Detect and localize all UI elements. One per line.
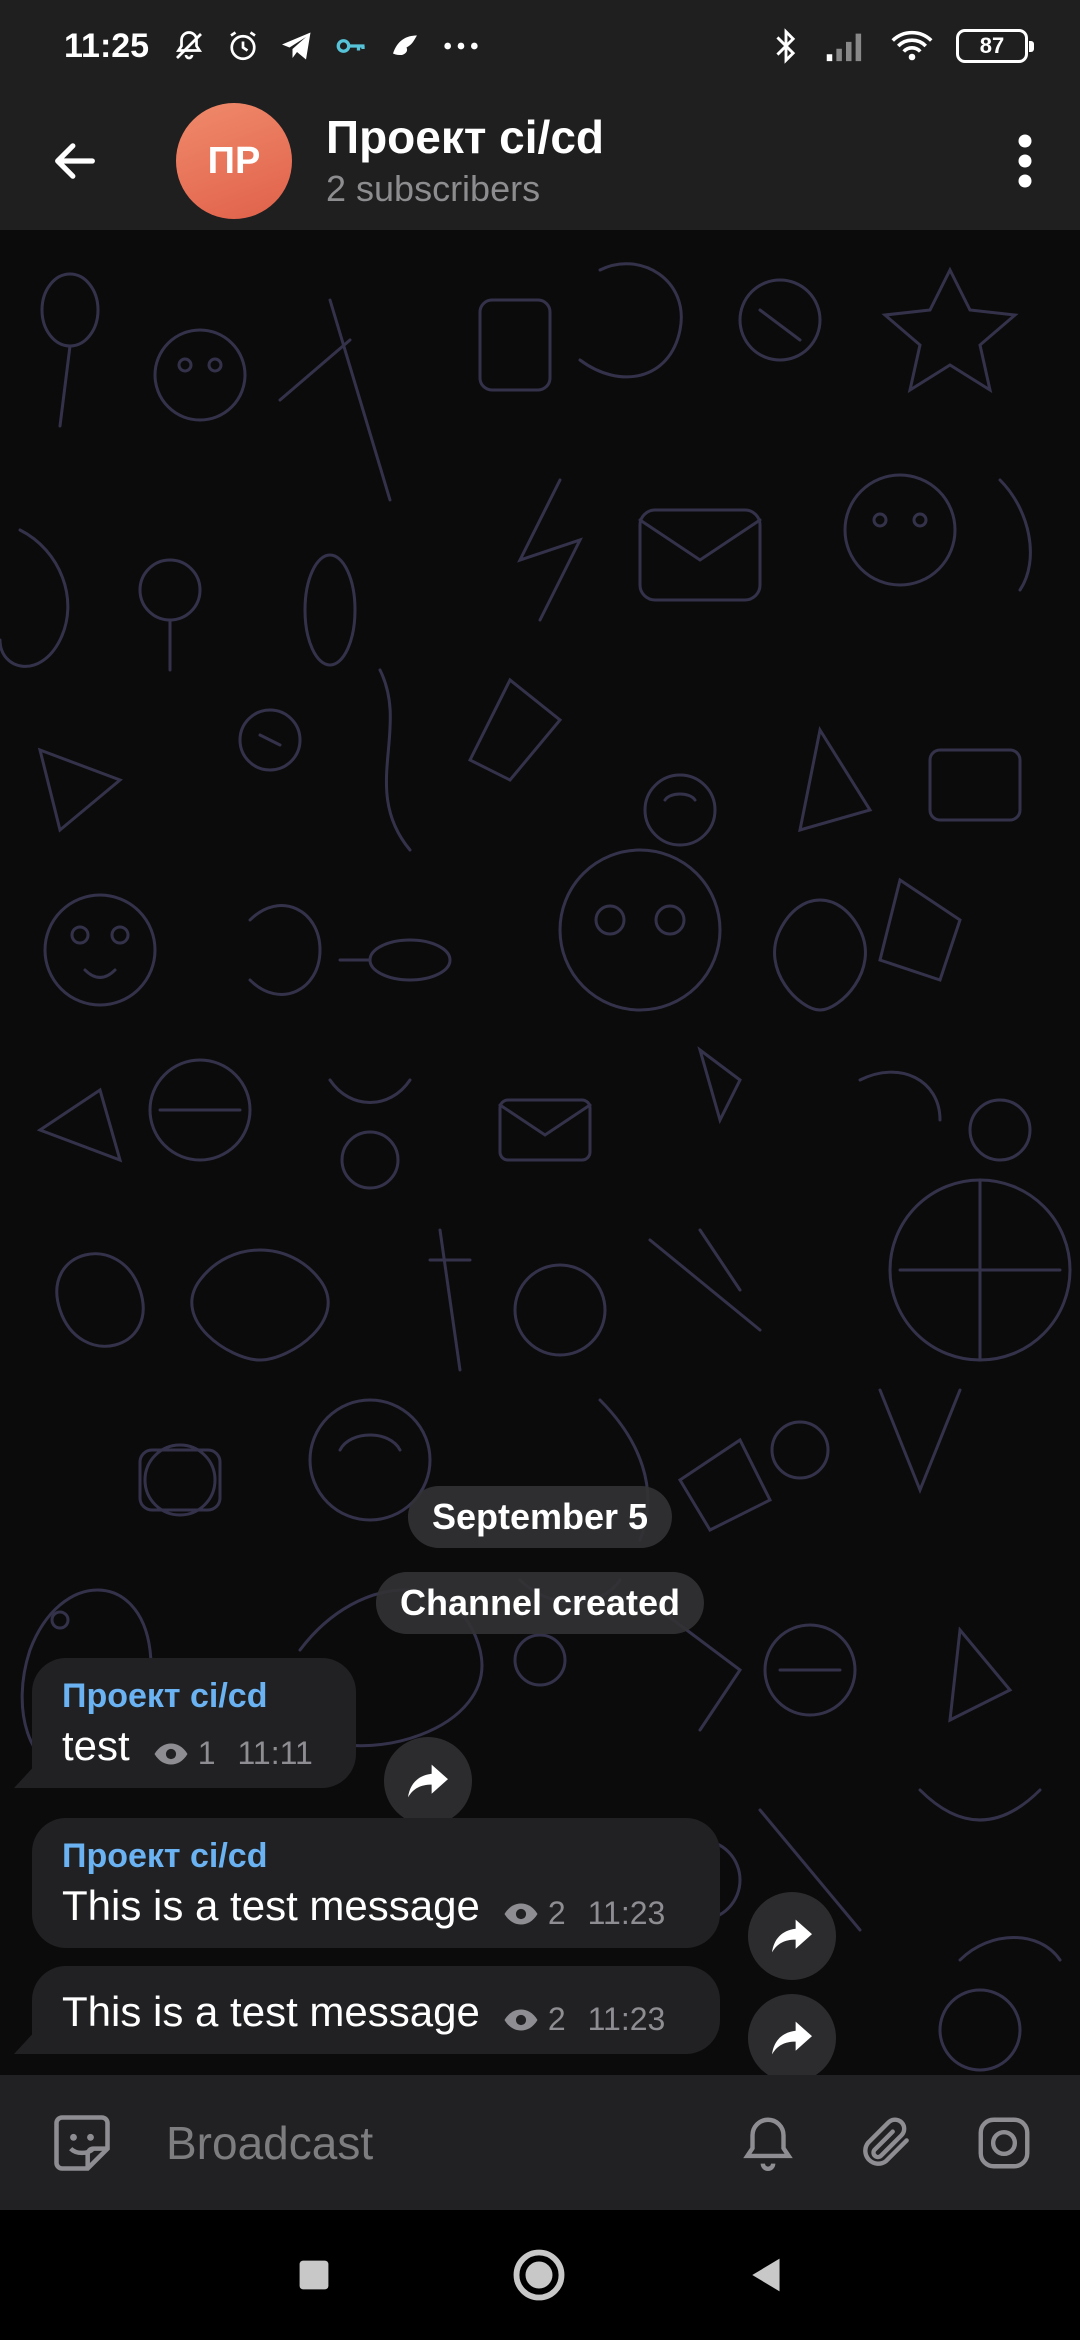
views-eye-icon (504, 2009, 538, 2030)
bluetooth-icon (776, 28, 796, 64)
message-bubble[interactable]: Проект ci/cd This is a test message 2 11… (32, 1818, 720, 1948)
forward-arrow-icon (408, 1764, 448, 1798)
forward-button[interactable] (384, 1737, 472, 1825)
back-triangle-icon[interactable] (746, 2255, 784, 2295)
silent-broadcast-button[interactable] (724, 2099, 812, 2187)
message-composer: Broadcast (0, 2075, 1080, 2210)
camera-icon (978, 2117, 1030, 2168)
battery-level: 87 (979, 33, 1005, 58)
channel-subscribers: 2 subscribers (326, 168, 541, 209)
doodle-wallpaper (0, 262, 1072, 2072)
service-message-text: Channel created (399, 1582, 681, 1623)
service-message: Channel created (375, 1572, 705, 1634)
status-left-icons (171, 28, 481, 64)
key-icon (336, 39, 365, 53)
recents-square-icon[interactable] (296, 2257, 332, 2293)
status-bar: 11:25 87 (0, 0, 1080, 92)
signal-icon (826, 33, 862, 62)
message-text: This is a test message (62, 1988, 480, 2035)
status-time: 11:25 (64, 26, 150, 65)
forward-arrow-icon (772, 1919, 812, 1953)
date-label: September 5 (431, 1496, 649, 1537)
more-dots-icon (444, 42, 478, 50)
status-right-icons: 87 (770, 26, 1034, 66)
message-time: 11:11 (237, 1735, 313, 1771)
views-eye-icon (154, 1743, 188, 1764)
emoji-sticker-button[interactable] (38, 2099, 126, 2187)
camera-button[interactable] (960, 2099, 1048, 2187)
message-sender[interactable]: Проект ci/cd (62, 1834, 690, 1878)
forward-button[interactable] (748, 1892, 836, 1980)
avatar-initials: ПР (207, 139, 261, 182)
message-time: 11:23 (587, 2001, 666, 2037)
message-sender[interactable]: Проект ci/cd (62, 1674, 326, 1718)
sticker-icon (54, 2114, 110, 2171)
chat-area[interactable]: September 5 Channel created Проект ci/cd… (0, 230, 1080, 2075)
views-eye-icon (504, 1903, 538, 1924)
message-bubble[interactable]: This is a test message 2 11:23 (32, 1966, 720, 2054)
paperclip-icon (863, 2116, 909, 2166)
date-separator: September 5 (407, 1486, 673, 1548)
alarm-icon (230, 31, 256, 61)
attach-button[interactable] (842, 2099, 930, 2187)
message-text: test (62, 1722, 130, 1769)
more-options-button[interactable] (970, 92, 1080, 230)
channel-avatar[interactable]: ПР (176, 103, 292, 219)
bell-icon (743, 2117, 793, 2171)
home-circle-icon[interactable] (512, 2248, 566, 2302)
message-time: 11:23 (587, 1895, 666, 1931)
message-meta: 1 11:11 (152, 1735, 313, 1772)
battery-icon: 87 (956, 29, 1034, 63)
telegram-icon (282, 32, 311, 60)
message-views: 2 (547, 2001, 566, 2037)
forward-arrow-icon (772, 2021, 812, 2055)
bird-icon (393, 35, 418, 55)
message-views: 1 (197, 1735, 216, 1771)
channel-info[interactable]: Проект ci/cd 2 subscribers (326, 109, 604, 213)
forward-button[interactable] (748, 1994, 836, 2075)
message-views: 2 (547, 1895, 566, 1931)
message-text: This is a test message (62, 1882, 480, 1929)
back-button[interactable] (0, 92, 150, 230)
kebab-menu-icon (1018, 134, 1032, 188)
system-nav-bar (0, 2210, 1080, 2340)
telegram-channel-screen: 11:25 87 ПР Проект ci/cd 2 subscribers S… (0, 0, 1080, 2340)
message-meta: 2 11:23 (502, 1895, 666, 1932)
broadcast-input[interactable]: Broadcast (166, 2116, 694, 2170)
message-bubble[interactable]: Проект ci/cd test 1 11:11 (32, 1658, 356, 1788)
message-meta: 2 11:23 (502, 2001, 666, 2038)
wifi-icon (891, 30, 933, 61)
channel-title: Проект ci/cd (326, 111, 604, 163)
chat-header: ПР Проект ci/cd 2 subscribers (0, 92, 1080, 230)
mute-icon (176, 31, 203, 60)
back-arrow-icon (55, 143, 95, 179)
